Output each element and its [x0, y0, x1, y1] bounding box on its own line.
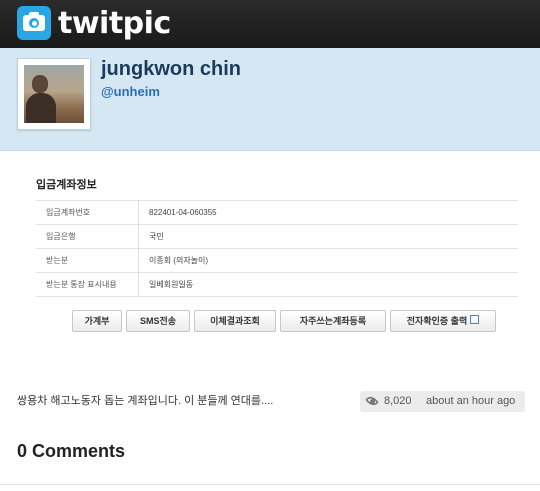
profile-handle[interactable]: @unheim: [101, 84, 160, 99]
row-label: 받는분: [36, 248, 139, 273]
table-row: 받는분 통장 표시내용 일베회원일동: [36, 272, 518, 297]
table-row: 입금계좌번호 822401-04-060355: [36, 200, 518, 225]
external-link-icon: [470, 315, 480, 324]
row-value: 일베회원일동: [138, 272, 518, 297]
transfer-result-button[interactable]: 이체결과조회: [194, 310, 276, 332]
eye-pupil: [370, 399, 375, 404]
photo-caption: 쌍용차 해고노동자 돕는 계좌입니다. 이 분들께 연대를....: [17, 395, 274, 407]
row-label: 받는분 통장 표시내용: [36, 272, 139, 297]
site-logo[interactable]: twitpic: [58, 6, 171, 41]
avatar[interactable]: [17, 58, 91, 130]
row-label: 입금계좌번호: [36, 200, 139, 225]
row-value: 822401-04-060355: [138, 200, 518, 225]
row-label: 입금은행: [36, 224, 139, 249]
account-info-table: 입금계좌번호 822401-04-060355 입금은행 국민 받는분 이종회 …: [36, 200, 518, 297]
camera-icon[interactable]: [17, 6, 51, 40]
account-info-title: 입금계좌정보: [36, 179, 97, 191]
comments-heading: 0 Comments: [17, 441, 126, 461]
profile-display-name[interactable]: jungkwon chin: [101, 58, 241, 81]
divider: [0, 484, 540, 485]
top-navigation-bar: twitpic: [0, 0, 540, 48]
table-row: 받는분 이종회 (의자놀이): [36, 248, 518, 273]
sms-button[interactable]: SMS전송: [126, 310, 190, 332]
table-row: 입금은행 국민: [36, 224, 518, 249]
account-info-card: 입금계좌정보 입금계좌번호 822401-04-060355 입금은행 국민 받…: [36, 176, 518, 297]
print-receipt-button[interactable]: 전자확인증 출력: [390, 310, 496, 332]
avatar-image: [24, 65, 84, 123]
view-count: 8,020: [384, 395, 412, 407]
timestamp: about an hour ago: [426, 395, 516, 407]
favorite-account-button[interactable]: 자주쓰는계좌등록: [280, 310, 386, 332]
row-value: 이종회 (의자놀이): [138, 248, 518, 273]
photo-stats: 8,020 about an hour ago: [360, 391, 525, 412]
ledger-button[interactable]: 가계부: [72, 310, 122, 332]
row-value: 국민: [138, 224, 518, 249]
